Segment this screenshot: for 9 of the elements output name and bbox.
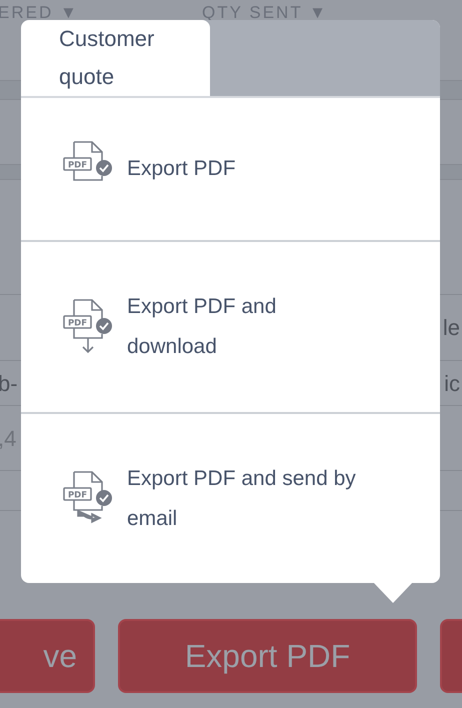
menu-option[interactable]: PDF Export PDF and download: [21, 240, 440, 412]
option-label: Export PDF: [127, 156, 237, 182]
menu-option[interactable]: PDF Export PDF: [21, 98, 440, 240]
tab[interactable]: Customer quote: [21, 20, 210, 96]
option-label: Export PDF and download: [127, 294, 278, 360]
option-label: Export PDF and send by email: [127, 466, 357, 532]
menu-option[interactable]: PDF Export PDF and send by email: [21, 412, 440, 583]
table-cell-text: le: [442, 314, 461, 342]
table-cell-text: ic: [444, 370, 461, 398]
